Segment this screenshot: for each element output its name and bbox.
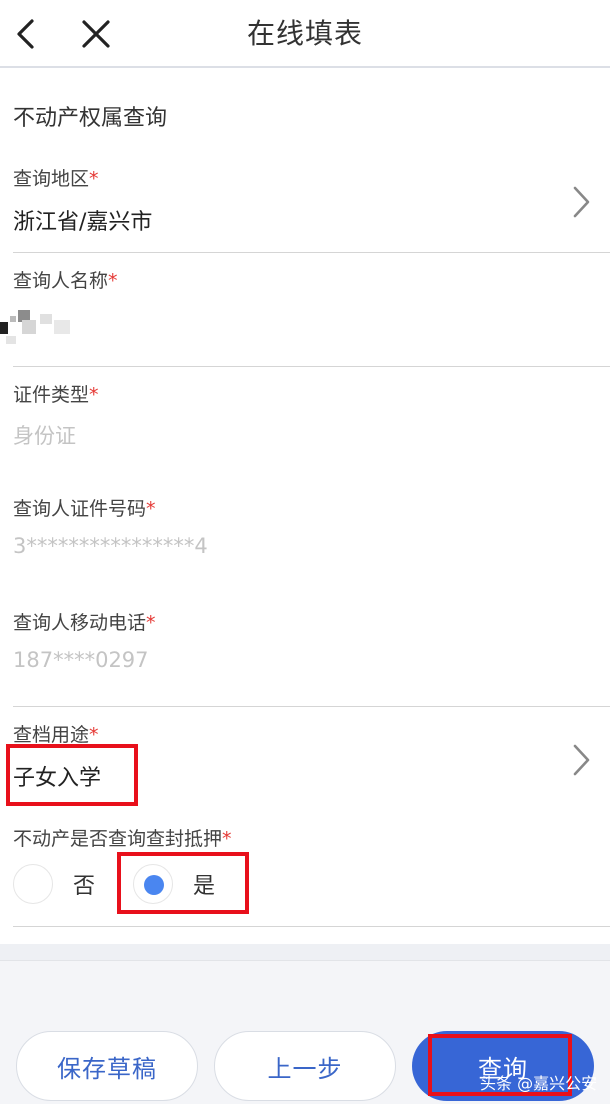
- id-number-value: 3****************4: [13, 534, 208, 558]
- phone-label: 查询人移动电话: [13, 612, 147, 634]
- prev-step-button[interactable]: 上一步: [214, 1031, 396, 1101]
- top-nav-bar: 在线填表: [0, 0, 610, 68]
- section-gap: [0, 944, 610, 960]
- radio-no[interactable]: [13, 864, 53, 904]
- watermark-text: 头条 @嘉兴公安: [480, 1074, 598, 1093]
- save-draft-button[interactable]: 保存草稿: [16, 1031, 198, 1101]
- radio-no-label[interactable]: 否: [73, 868, 95, 900]
- divider: [13, 926, 610, 927]
- chevron-right-icon[interactable]: [566, 182, 596, 222]
- divider: [13, 252, 610, 253]
- seizure-query-field: 不动产是否查询查封抵押*: [13, 824, 610, 851]
- applicant-name-label: 查询人名称: [13, 270, 109, 292]
- phone-value: 187****0297: [13, 648, 149, 672]
- applicant-name-field[interactable]: 查询人名称*: [13, 266, 610, 293]
- region-field[interactable]: 查询地区* 浙江省/嘉兴市: [13, 164, 610, 236]
- id-type-value: 身份证: [13, 424, 76, 448]
- form-title: 不动产权属查询: [13, 106, 168, 131]
- id-type-field[interactable]: 证件类型* 身份证: [13, 380, 610, 450]
- redacted-name-image: [0, 310, 70, 344]
- phone-field[interactable]: 查询人移动电话* 187****0297: [13, 608, 610, 672]
- id-number-label: 查询人证件号码: [13, 498, 147, 520]
- seizure-query-radio-group: 否 是: [13, 860, 513, 910]
- divider: [13, 366, 610, 367]
- required-mark: *: [89, 724, 99, 746]
- chevron-right-icon[interactable]: [566, 740, 596, 780]
- required-mark: *: [222, 828, 232, 850]
- page-title: 在线填表: [246, 17, 363, 50]
- required-mark: *: [89, 384, 99, 406]
- purpose-label: 查档用途: [13, 724, 90, 746]
- id-type-label: 证件类型: [13, 384, 90, 406]
- region-value: 浙江省/嘉兴市: [13, 210, 153, 235]
- id-number-field[interactable]: 查询人证件号码* 3****************4: [13, 494, 610, 558]
- required-mark: *: [146, 498, 156, 520]
- required-mark: *: [89, 168, 99, 190]
- required-mark: *: [146, 612, 156, 634]
- highlight-box-yes: [117, 852, 249, 914]
- region-label: 查询地区: [13, 168, 90, 190]
- required-mark: *: [108, 270, 118, 292]
- divider: [13, 706, 610, 707]
- highlight-box-purpose: [6, 744, 138, 806]
- seizure-query-label: 不动产是否查询查封抵押: [13, 828, 223, 850]
